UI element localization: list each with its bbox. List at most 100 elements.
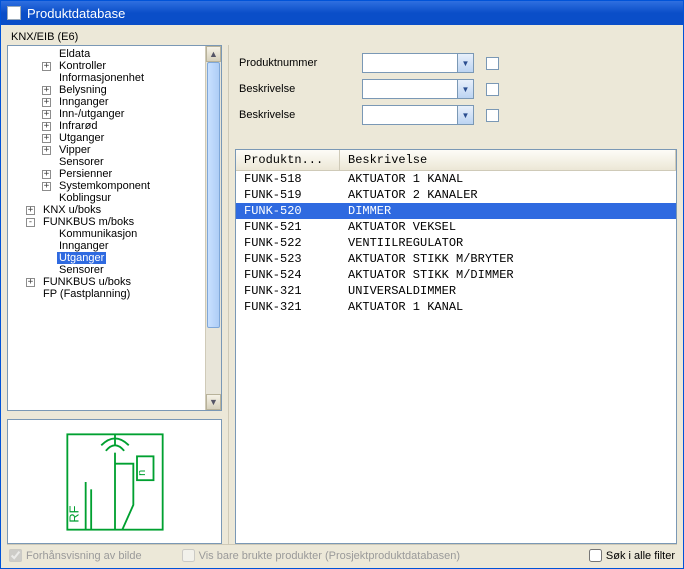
collapse-icon[interactable]: - [26,218,35,227]
filter-label: Beskrivelse [239,83,354,95]
cell-produktn: FUNK-524 [236,268,340,282]
table-row[interactable]: FUNK-523AKTUATOR STIKK M/BRYTER [236,251,676,267]
usedonly-checkbox [182,549,195,562]
tree-item[interactable]: + Utganger [10,132,205,144]
expand-icon[interactable]: + [26,206,35,215]
table-row[interactable]: FUNK-321UNIVERSALDIMMER [236,283,676,299]
usedonly-checkbox-label: Vis bare brukte produkter (Prosjektprodu… [199,550,461,562]
filter-checkbox[interactable] [486,57,499,70]
tree-item[interactable]: Sensorer [10,264,205,276]
tree-item[interactable]: Koblingsur [10,192,205,204]
product-table: Produktn... Beskrivelse FUNK-518AKTUATOR… [235,149,677,544]
expand-icon[interactable]: + [42,62,51,71]
table-row[interactable]: FUNK-321AKTUATOR 1 KANAL [236,299,676,315]
tree-item[interactable]: Eldata [10,48,205,60]
tree-item-label: Innganger [57,96,111,108]
table-header: Produktn... Beskrivelse [236,150,676,171]
combo-input[interactable] [363,106,457,124]
scroll-track[interactable] [206,62,221,394]
table-row[interactable]: FUNK-518AKTUATOR 1 KANAL [236,171,676,187]
table-row[interactable]: FUNK-524AKTUATOR STIKK M/DIMMER [236,267,676,283]
table-row[interactable]: FUNK-519AKTUATOR 2 KANALER [236,187,676,203]
tree-item-label: Utganger [57,132,106,144]
tree-item-label: Systemkomponent [57,180,152,192]
tree-item[interactable]: Kommunikasjon [10,228,205,240]
expand-icon[interactable]: + [42,122,51,131]
tree-item[interactable]: Utganger [10,252,205,264]
expand-icon[interactable]: + [42,86,51,95]
tree-item[interactable]: +FUNKBUS u/boks [10,276,205,288]
cell-beskrivelse: AKTUATOR 2 KANALER [340,188,676,202]
cell-produktn: FUNK-523 [236,252,340,266]
expand-icon[interactable]: + [42,182,51,191]
cell-produktn: FUNK-519 [236,188,340,202]
scroll-down-button[interactable]: ▼ [206,394,221,410]
tree-item[interactable]: +Inn-/utganger [10,108,205,120]
chevron-down-icon[interactable]: ▼ [457,80,473,98]
table-row[interactable]: FUNK-522VENTIILREGULATOR [236,235,676,251]
tree-item[interactable]: +Vipper [10,144,205,156]
tree-item[interactable]: +Infrarød [10,120,205,132]
combo-input[interactable] [363,80,457,98]
expand-icon[interactable]: + [42,98,51,107]
filter-combo[interactable]: ▼ [362,79,474,99]
tree-item-label: Kommunikasjon [57,228,139,240]
tree-item[interactable]: -FUNKBUS m/boks [10,216,205,228]
tree-item[interactable]: +Kontroller [10,60,205,72]
filter-combo[interactable]: ▼ [362,105,474,125]
filter-panel: Produktnummer▼Beskrivelse▼Beskrivelse▼ [235,45,677,149]
tree-item[interactable]: Innganger [10,240,205,252]
filter-combo[interactable]: ▼ [362,53,474,73]
tree-item[interactable]: +KNX u/boks [10,204,205,216]
tree[interactable]: Eldata+KontrollerInformasjonenhet+Belysn… [8,46,205,410]
tree-item[interactable]: +Belysning [10,84,205,96]
cell-produktn: FUNK-521 [236,220,340,234]
expand-icon[interactable]: + [42,170,51,179]
tree-item-label: FP (Fastplanning) [41,288,132,300]
tree-item[interactable]: FP (Fastplanning) [10,288,205,300]
tree-item-label: Koblingsur [57,192,113,204]
tree-item[interactable]: Informasjonenhet [10,72,205,84]
cell-produktn: FUNK-321 [236,284,340,298]
usedonly-checkbox-wrap: Vis bare brukte produkter (Prosjektprodu… [182,549,461,562]
expand-icon[interactable]: + [42,146,51,155]
chevron-down-icon[interactable]: ▼ [457,54,473,72]
filter-checkbox[interactable] [486,83,499,96]
filter-label: Produktnummer [239,57,354,69]
tree-item-label: Innganger [57,240,111,252]
cell-beskrivelse: AKTUATOR STIKK M/DIMMER [340,268,676,282]
column-header-beskrivelse[interactable]: Beskrivelse [340,150,676,170]
tree-item[interactable]: Sensorer [10,156,205,168]
preview-checkbox [9,549,22,562]
column-header-produktn[interactable]: Produktn... [236,150,340,170]
tree-item[interactable]: +Persienner [10,168,205,180]
table-row[interactable]: FUNK-520DIMMER [236,203,676,219]
scroll-up-button[interactable]: ▲ [206,46,221,62]
cell-beskrivelse: AKTUATOR 1 KANAL [340,172,676,186]
tree-scrollbar[interactable]: ▲ ▼ [205,46,221,410]
cell-produktn: FUNK-520 [236,204,340,218]
filter-row: Beskrivelse▼ [239,105,673,125]
tree-item[interactable]: + Innganger [10,96,205,108]
tree-item-label: Sensorer [57,156,106,168]
preview-checkbox-label: Forhånsvisning av bilde [26,550,142,562]
searchall-checkbox[interactable] [589,549,602,562]
filter-checkbox[interactable] [486,109,499,122]
table-row[interactable]: FUNK-521AKTUATOR VEKSEL [236,219,676,235]
group-label: KNX/EIB (E6) [7,29,677,45]
expand-icon[interactable]: + [42,134,51,143]
tree-item[interactable]: + Systemkomponent [10,180,205,192]
tree-item-label: Informasjonenhet [57,72,146,84]
cell-beskrivelse: UNIVERSALDIMMER [340,284,676,298]
preview-panel: n RF [7,419,222,544]
combo-input[interactable] [363,54,457,72]
expand-icon[interactable]: + [26,278,35,287]
table-body: FUNK-518AKTUATOR 1 KANALFUNK-519AKTUATOR… [236,171,676,315]
preview-image: n RF [60,427,170,537]
chevron-down-icon[interactable]: ▼ [457,106,473,124]
scroll-thumb[interactable] [207,62,220,328]
svg-text:n: n [136,469,148,475]
searchall-checkbox-wrap[interactable]: Søk i alle filter [589,549,675,562]
expand-icon[interactable]: + [42,110,51,119]
titlebar[interactable]: Produktdatabase [1,1,683,25]
